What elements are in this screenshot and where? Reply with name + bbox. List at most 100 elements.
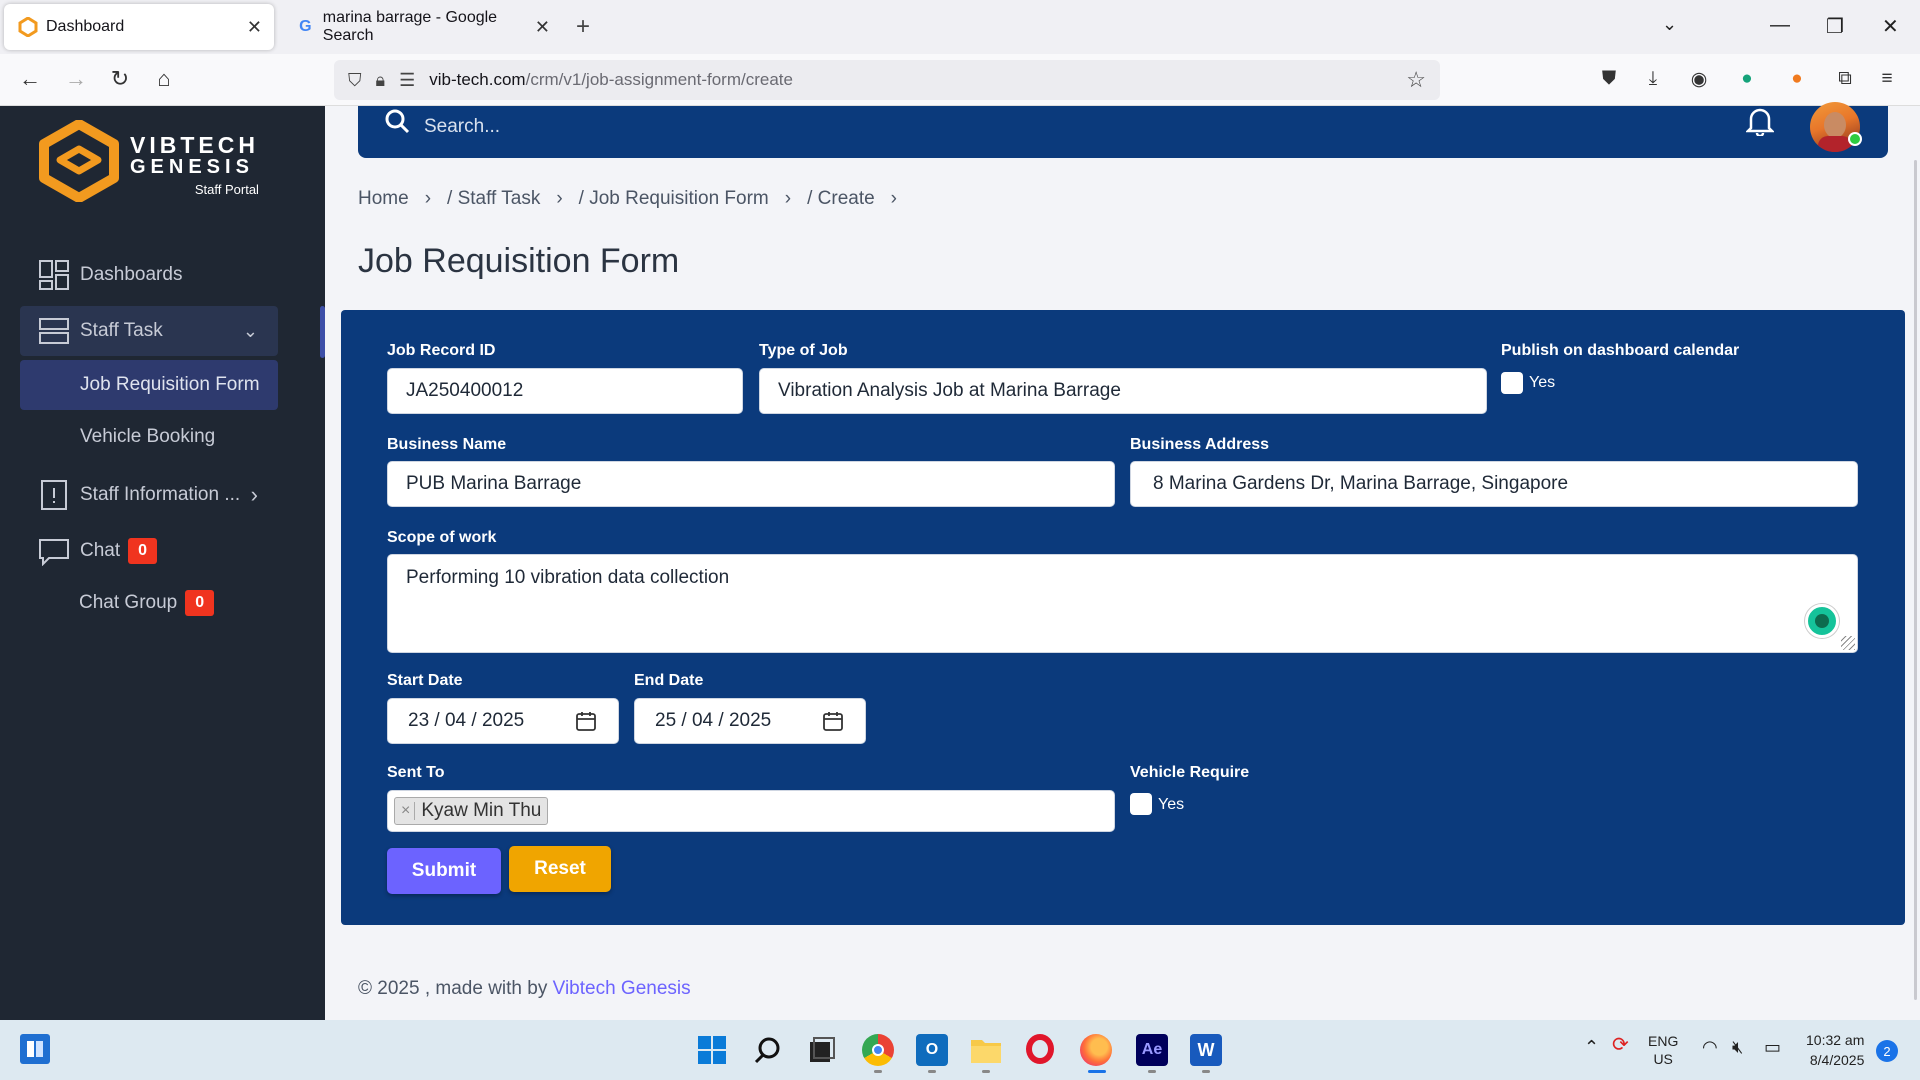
notification-count-badge[interactable]: 2: [1876, 1040, 1898, 1062]
wifi-icon[interactable]: ◠: [1702, 1038, 1718, 1056]
language-indicator[interactable]: ENG US: [1648, 1032, 1678, 1068]
breadcrumb: Home › / Staff Task › / Job Requisition …: [358, 188, 913, 210]
widgets-icon[interactable]: [20, 1034, 50, 1064]
start-date-input[interactable]: 23 / 04 / 2025: [387, 698, 619, 744]
lock-icon[interactable]: 🔒︎: [376, 70, 386, 91]
honey-extension-icon[interactable]: ●: [1784, 66, 1810, 92]
show-hidden-icons-chevron-icon[interactable]: ⌃: [1584, 1038, 1599, 1056]
page-scrollbar[interactable]: [1914, 160, 1917, 1000]
business-address-field[interactable]: 8 Marina Gardens Dr, Marina Barrage, Sin…: [1130, 461, 1858, 507]
account-icon[interactable]: ◉: [1686, 66, 1712, 92]
tab-dashboard[interactable]: Dashboard ✕: [4, 4, 274, 50]
extensions-icon[interactable]: ⧉: [1832, 66, 1858, 92]
sidebar-item-dashboards[interactable]: Dashboards: [20, 250, 278, 300]
shield-icon[interactable]: ⛉: [348, 70, 362, 91]
pocket-icon[interactable]: ⛊: [1596, 66, 1622, 92]
chevron-right-icon: ›: [784, 188, 792, 209]
breadcrumb-home[interactable]: Home: [358, 188, 409, 210]
footer-link[interactable]: Vibtech Genesis: [553, 978, 691, 999]
page-title: Job Requisition Form: [358, 242, 680, 280]
chevron-right-icon: ›: [250, 482, 258, 507]
forward-icon[interactable]: →: [62, 66, 90, 92]
url-text[interactable]: vib-tech.com/crm/v1/job-assignment-form/…: [429, 70, 793, 90]
top-header: [358, 102, 1888, 158]
restore-icon[interactable]: ❐: [1826, 14, 1844, 39]
task-view-icon[interactable]: [806, 1034, 838, 1066]
calendar-icon[interactable]: [823, 711, 843, 737]
menu-icon[interactable]: ≡: [1874, 66, 1900, 92]
volume-muted-icon[interactable]: 🔇︎: [1732, 1038, 1743, 1056]
submit-button[interactable]: Submit: [387, 848, 501, 894]
calendar-icon[interactable]: [576, 711, 596, 737]
recipient-chip: × Kyaw Min Thu: [394, 797, 549, 825]
breadcrumb-staff-task[interactable]: Staff Task: [458, 188, 541, 210]
new-tab-icon[interactable]: +: [576, 13, 590, 41]
after-effects-icon[interactable]: Ae: [1136, 1034, 1168, 1066]
breadcrumb-separator: /: [447, 188, 458, 209]
type-of-job-label: Type of Job: [759, 342, 848, 359]
sync-icon[interactable]: ⟳: [1612, 1035, 1629, 1055]
start-date-label: Start Date: [387, 672, 463, 689]
back-icon[interactable]: ←: [16, 66, 44, 92]
business-name-field[interactable]: PUB Marina Barrage: [387, 461, 1115, 507]
chrome-icon[interactable]: [862, 1034, 894, 1066]
clock[interactable]: 10:32 am 8/4/2025: [1806, 1030, 1864, 1070]
active-section-marker: [320, 306, 325, 358]
minimize-icon[interactable]: —: [1770, 14, 1790, 37]
outlook-icon[interactable]: O: [916, 1034, 948, 1066]
file-explorer-icon[interactable]: [970, 1034, 1002, 1066]
downloads-icon[interactable]: ⤓: [1640, 66, 1666, 92]
firefox-icon[interactable]: [1080, 1034, 1112, 1066]
end-date-input[interactable]: 25 / 04 / 2025: [634, 698, 866, 744]
list-tabs-chevron-icon[interactable]: ⌄: [1662, 14, 1677, 35]
dashboard-grid-icon: [38, 259, 70, 291]
sidebar-item-staff-information[interactable]: Staff Information ... ›: [20, 470, 278, 520]
sidebar-item-vehicle-booking[interactable]: Vehicle Booking: [20, 412, 278, 462]
close-tab-icon[interactable]: ✕: [247, 17, 262, 38]
tab-google-search[interactable]: G marina barrage - Google Search ✕: [282, 4, 552, 50]
windows-start-icon[interactable]: [696, 1034, 728, 1066]
sidebar-item-staff-task[interactable]: Staff Task ⌄: [20, 306, 278, 356]
vehicle-require-yes-label: Yes: [1158, 796, 1185, 813]
sidebar-item-chat-group[interactable]: Chat Group 0: [20, 578, 278, 628]
os-taskbar: O Ae W ⌃ ⟳ ENG US ◠ 🔇︎ ▭ 10:32 am 8/4/20…: [0, 1020, 1920, 1080]
grammarly-extension-icon[interactable]: ●: [1734, 66, 1760, 92]
reload-icon[interactable]: ↻: [106, 66, 134, 92]
job-record-id-field[interactable]: JA250400012: [387, 368, 743, 414]
opera-icon[interactable]: [1026, 1034, 1054, 1064]
scope-of-work-textarea[interactable]: Performing 10 vibration data collection: [387, 554, 1858, 653]
browser-tab-bar: Dashboard ✕ G marina barrage - Google Se…: [0, 0, 1920, 54]
grammarly-icon[interactable]: [1805, 604, 1839, 638]
browser-nav-bar: ← → ↻ ⌂ ⛉ 🔒︎ ☰ vib-tech.com/crm/v1/job-a…: [0, 54, 1920, 106]
word-icon[interactable]: W: [1190, 1034, 1222, 1066]
home-icon[interactable]: ⌂: [150, 66, 178, 92]
sidebar-item-job-requisition-form[interactable]: Job Requisition Form: [20, 360, 278, 410]
bookmark-star-icon[interactable]: ☆: [1406, 67, 1426, 93]
remove-chip-icon[interactable]: ×: [401, 802, 416, 820]
publish-calendar-yes-label: Yes: [1529, 374, 1556, 391]
publish-calendar-checkbox[interactable]: [1501, 372, 1523, 394]
search-icon[interactable]: [752, 1034, 784, 1066]
close-window-icon[interactable]: ✕: [1882, 14, 1899, 39]
reset-button[interactable]: Reset: [509, 846, 611, 892]
search-input[interactable]: [424, 112, 1024, 142]
sidebar-item-chat[interactable]: Chat 0: [20, 526, 278, 576]
sent-to-multiselect[interactable]: × Kyaw Min Thu: [387, 790, 1115, 832]
sidebar: VIBTECH GENESIS Staff Portal Dashboards …: [0, 106, 325, 1020]
battery-icon[interactable]: ▭: [1764, 1038, 1781, 1056]
tab-title: marina barrage - Google Search: [322, 9, 498, 44]
bell-icon[interactable]: [1744, 106, 1776, 141]
site-permissions-icon[interactable]: ☰: [399, 70, 415, 91]
type-of-job-field[interactable]: Vibration Analysis Job at Marina Barrage: [759, 368, 1487, 414]
breadcrumb-job-requisition-form[interactable]: Job Requisition Form: [589, 188, 769, 210]
sidebar-item-label: Dashboards: [80, 264, 183, 285]
address-bar[interactable]: ⛉ 🔒︎ ☰ vib-tech.com/crm/v1/job-assignmen…: [334, 60, 1440, 100]
sent-to-label: Sent To: [387, 764, 445, 781]
resize-handle-icon[interactable]: [1841, 636, 1855, 650]
logo-subtitle: Staff Portal: [194, 182, 259, 197]
vehicle-require-checkbox[interactable]: [1130, 793, 1152, 815]
close-tab-icon[interactable]: ✕: [535, 17, 550, 38]
logo[interactable]: VIBTECH GENESIS Staff Portal: [38, 120, 259, 202]
sidebar-item-label: Staff Task: [80, 320, 163, 341]
chevron-right-icon: ›: [424, 188, 432, 209]
